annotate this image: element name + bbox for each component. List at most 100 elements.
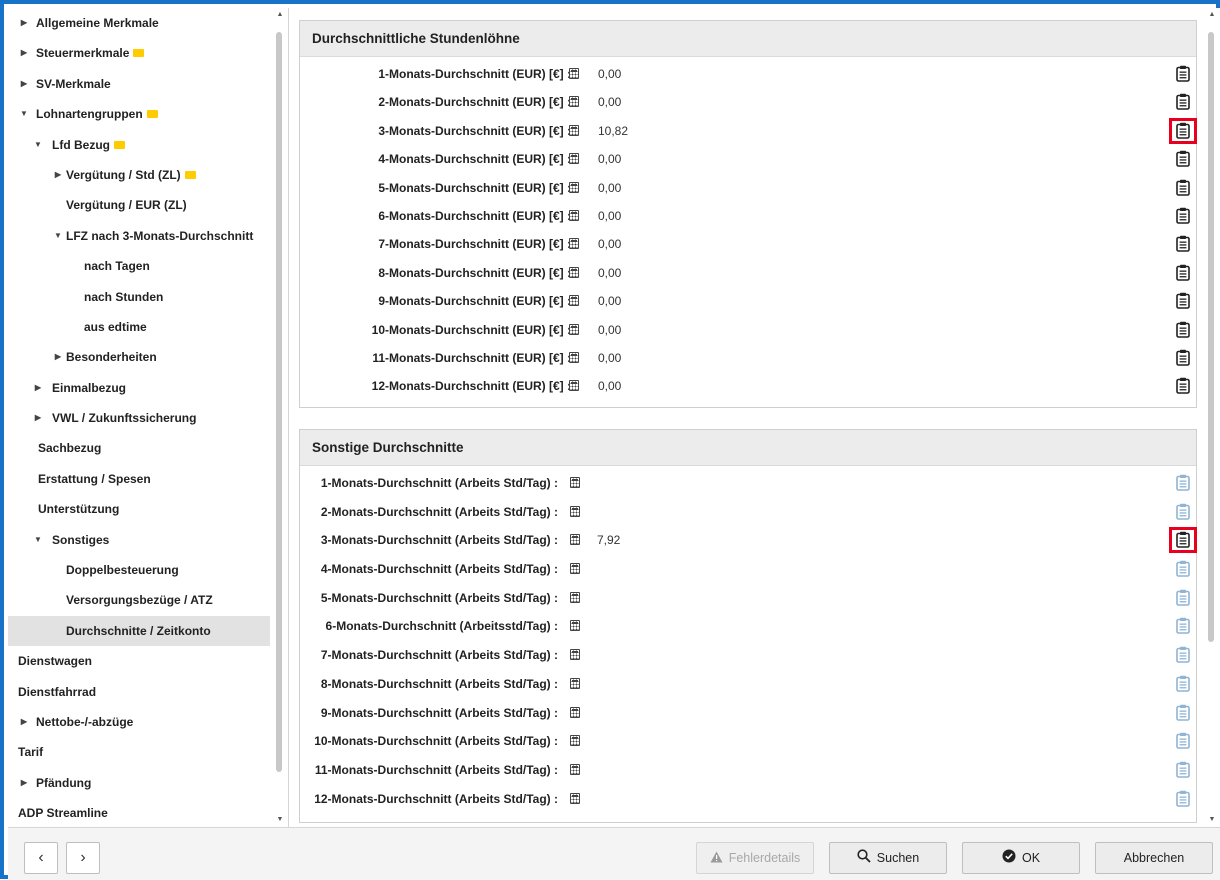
collapsed-arrow-icon[interactable]: ▶ xyxy=(18,8,30,38)
sidebar-item[interactable]: ▶ Einmalbezug xyxy=(8,373,270,403)
fehlerdetails-button[interactable]: Fehlerdetails xyxy=(696,842,814,874)
calculator-icon[interactable] xyxy=(570,649,580,661)
sidebar-item[interactable]: aus edtime xyxy=(8,312,270,342)
calculator-icon[interactable] xyxy=(570,763,580,775)
expanded-arrow-icon[interactable]: ▼ xyxy=(52,221,64,251)
sidebar-item[interactable]: ▶ Vergütung / Std (ZL) xyxy=(8,160,270,190)
clipboard-icon[interactable] xyxy=(1176,207,1192,225)
sidebar-item[interactable]: ▼ Lfd Bezug xyxy=(8,130,270,160)
ok-button[interactable]: OK xyxy=(962,842,1080,874)
sidebar-scrollbar[interactable]: ▲ ▼ xyxy=(272,8,288,827)
calculator-icon[interactable] xyxy=(570,563,580,575)
scroll-down-icon[interactable]: ▼ xyxy=(272,813,288,827)
collapsed-arrow-icon[interactable]: ▶ xyxy=(18,707,30,737)
form-row: 10-Monats-Durchschnitt (EUR) [€] : 0,00 xyxy=(300,316,1196,344)
collapsed-arrow-icon[interactable]: ▶ xyxy=(32,373,44,403)
clipboard-icon xyxy=(1176,761,1192,779)
expanded-arrow-icon[interactable]: ▼ xyxy=(32,525,44,555)
scroll-up-icon[interactable]: ▲ xyxy=(1204,8,1220,22)
sidebar-item[interactable]: ▶ VWL / Zukunftssicherung xyxy=(8,403,270,433)
clipboard-icon[interactable] xyxy=(1176,292,1192,310)
calculator-icon[interactable] xyxy=(570,534,580,546)
sidebar-item[interactable]: ▶ Nettobe-/-abzüge xyxy=(8,707,270,737)
calculator-icon[interactable] xyxy=(569,124,579,136)
sidebar-item[interactable]: ▼ LFZ nach 3-Monats-Durchschnitt xyxy=(8,221,270,251)
calculator-icon[interactable] xyxy=(569,96,579,108)
sidebar-item[interactable]: Tarif xyxy=(8,737,270,767)
calculator-icon[interactable] xyxy=(570,477,580,488)
sidebar-item[interactable]: Sachbezug xyxy=(8,433,270,463)
abbrechen-button[interactable]: Abbrechen xyxy=(1095,842,1213,874)
clipboard-icon[interactable] xyxy=(1176,65,1192,83)
suchen-label: Suchen xyxy=(876,851,920,865)
sidebar-item-label: Sachbezug xyxy=(38,441,102,456)
sidebar-item[interactable]: Dienstfahrrad xyxy=(8,677,270,707)
sidebar-item-label: Vergütung / EUR (ZL) xyxy=(66,198,187,213)
calculator-icon[interactable] xyxy=(569,351,579,363)
collapsed-arrow-icon[interactable]: ▶ xyxy=(18,69,30,99)
calculator-icon[interactable] xyxy=(569,68,579,79)
clipboard-icon[interactable] xyxy=(1176,321,1192,339)
sidebar-item[interactable]: Versorgungsbezüge / ATZ xyxy=(8,585,270,615)
sidebar-item[interactable]: ▶ Besonderheiten xyxy=(8,342,270,372)
sidebar-item[interactable]: ▼ Lohnartengruppen xyxy=(8,99,270,129)
field-label: 7-Monats-Durchschnitt (EUR) [€] : xyxy=(378,237,571,252)
scroll-up-icon[interactable]: ▲ xyxy=(272,8,288,22)
prev-button[interactable]: ‹ xyxy=(24,842,58,874)
scrollbar-thumb[interactable] xyxy=(1208,32,1214,642)
main-content: Durchschnittliche Stundenlöhne 1-Monats-… xyxy=(289,8,1220,827)
calculator-icon[interactable] xyxy=(569,266,579,278)
field-label: 12-Monats-Durchschnitt (EUR) [€] : xyxy=(371,379,571,394)
calculator-icon[interactable] xyxy=(569,181,579,193)
clipboard-icon[interactable] xyxy=(1176,264,1192,282)
sidebar-item[interactable]: ADP Streamline xyxy=(8,798,270,827)
sidebar-item-label: Versorgungsbezüge / ATZ xyxy=(66,593,213,608)
clipboard-icon[interactable] xyxy=(1176,179,1192,197)
calculator-icon[interactable] xyxy=(570,591,580,603)
sidebar-item[interactable]: Unterstützung xyxy=(8,494,270,524)
form-row: 11-Monats-Durchschnitt (Arbeits Std/Tag)… xyxy=(300,756,1196,785)
calculator-icon[interactable] xyxy=(569,238,579,250)
scroll-down-icon[interactable]: ▼ xyxy=(1204,813,1220,827)
scrollbar-thumb[interactable] xyxy=(276,32,282,772)
collapsed-arrow-icon[interactable]: ▶ xyxy=(32,403,44,433)
sidebar-item[interactable]: nach Tagen xyxy=(8,251,270,281)
sidebar-item[interactable]: ▶ Steuermerkmale xyxy=(8,38,270,68)
sidebar-item[interactable]: ▶ SV-Merkmale xyxy=(8,69,270,99)
sidebar-item[interactable]: ▼ Sonstiges xyxy=(8,525,270,555)
calculator-icon[interactable] xyxy=(569,380,579,392)
expanded-arrow-icon[interactable]: ▼ xyxy=(32,130,44,160)
collapsed-arrow-icon[interactable]: ▶ xyxy=(18,768,30,798)
sidebar-item[interactable]: Dienstwagen xyxy=(8,646,270,676)
calculator-icon[interactable] xyxy=(570,505,580,517)
clipboard-icon[interactable] xyxy=(1176,349,1192,367)
sidebar-item[interactable]: Durchschnitte / Zeitkonto xyxy=(8,615,270,647)
main-scrollbar[interactable]: ▲ ▼ xyxy=(1204,8,1220,827)
calculator-icon[interactable] xyxy=(570,792,580,804)
calculator-icon[interactable] xyxy=(570,706,580,718)
sidebar-item[interactable]: Erstattung / Spesen xyxy=(8,464,270,494)
suchen-button[interactable]: Suchen xyxy=(829,842,947,874)
clipboard-icon[interactable] xyxy=(1176,150,1192,168)
clipboard-icon[interactable] xyxy=(1176,235,1192,253)
collapsed-arrow-icon[interactable]: ▶ xyxy=(18,38,30,68)
sidebar-item[interactable]: Doppelbesteuerung xyxy=(8,555,270,585)
sidebar-item[interactable]: ▶ Allgemeine Merkmale xyxy=(8,8,270,38)
sidebar-item-label: VWL / Zukunftssicherung xyxy=(52,411,197,426)
expanded-arrow-icon[interactable]: ▼ xyxy=(18,99,30,129)
calculator-icon[interactable] xyxy=(570,620,580,632)
clipboard-icon[interactable] xyxy=(1176,377,1192,395)
sidebar-item[interactable]: ▶ Pfändung xyxy=(8,768,270,798)
calculator-icon[interactable] xyxy=(569,153,579,165)
calculator-icon[interactable] xyxy=(570,735,580,747)
next-button[interactable]: › xyxy=(66,842,100,874)
calculator-icon[interactable] xyxy=(570,677,580,689)
calculator-icon[interactable] xyxy=(569,323,579,335)
collapsed-arrow-icon[interactable]: ▶ xyxy=(52,160,64,190)
calculator-icon[interactable] xyxy=(569,295,579,307)
clipboard-icon[interactable] xyxy=(1176,93,1192,111)
calculator-icon[interactable] xyxy=(569,209,579,221)
sidebar-item[interactable]: nach Stunden xyxy=(8,282,270,312)
sidebar-item[interactable]: Vergütung / EUR (ZL) xyxy=(8,190,270,220)
collapsed-arrow-icon[interactable]: ▶ xyxy=(52,342,64,372)
